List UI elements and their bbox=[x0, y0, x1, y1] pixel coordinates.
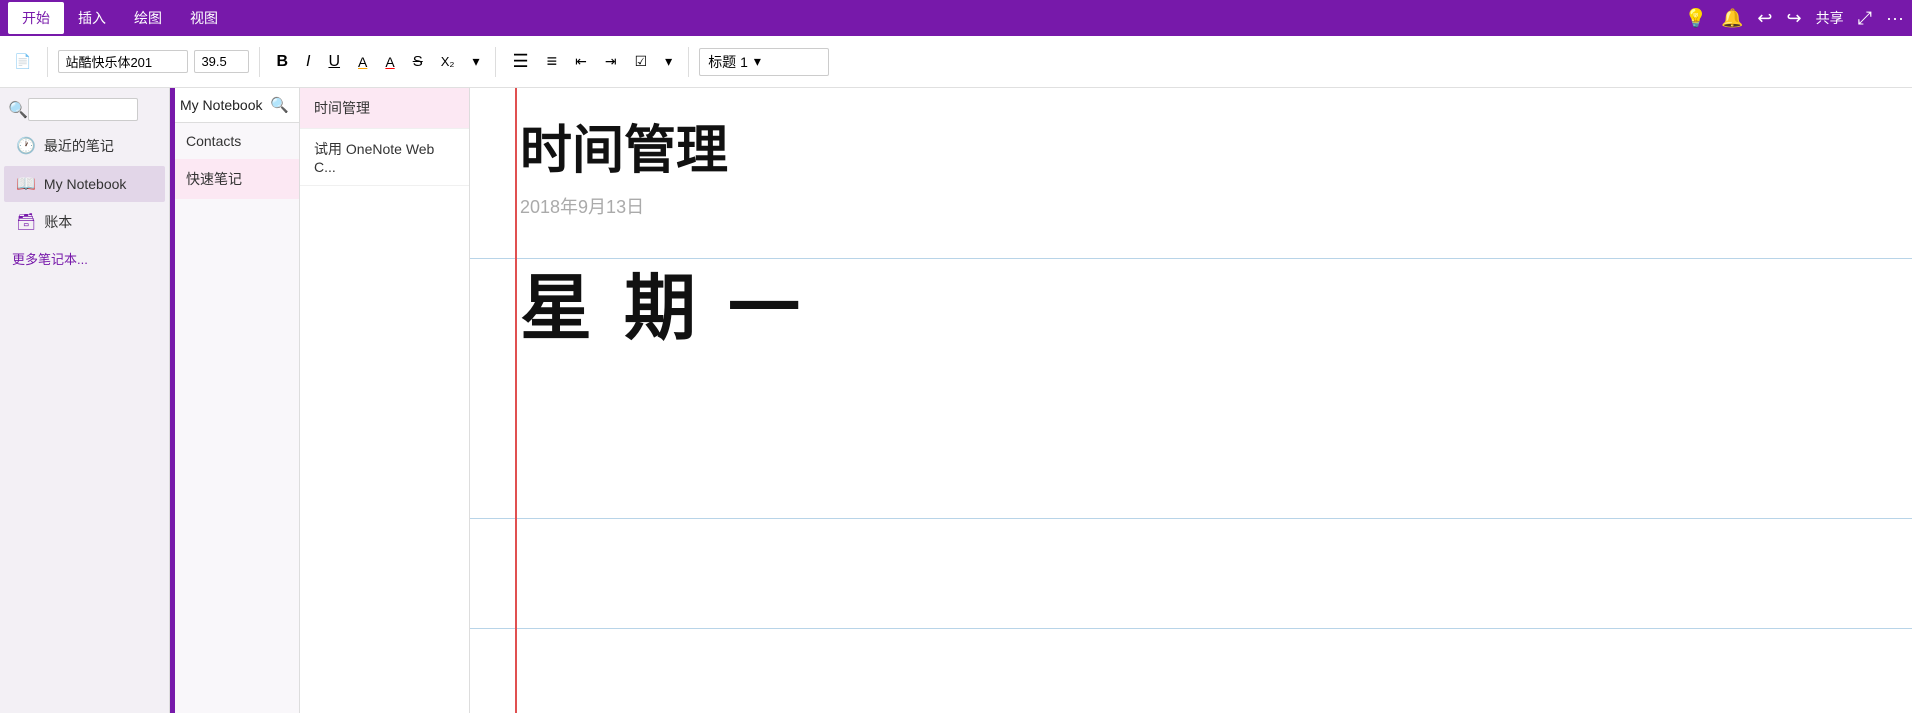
sections-search-icon[interactable]: 🔍 bbox=[270, 96, 289, 114]
sections-header: My Notebook 🔍 bbox=[170, 88, 299, 123]
separator-3 bbox=[495, 47, 496, 77]
notebook-icon: 📖 bbox=[16, 174, 36, 194]
underline-button[interactable]: U bbox=[322, 49, 346, 75]
new-page-icon: 📄 bbox=[14, 53, 31, 70]
numbered-list-button[interactable]: ≡ bbox=[541, 47, 564, 76]
undo-icon[interactable]: ↩ bbox=[1757, 8, 1772, 29]
subscript-button[interactable]: X₂ bbox=[435, 50, 461, 73]
style-dropdown[interactable]: 标题 1 ▾ bbox=[699, 48, 829, 76]
sidebar-item-recent-label: 最近的笔记 bbox=[44, 136, 114, 156]
content-area[interactable]: 时间管理 2018年9月13日 星 期 一 bbox=[470, 88, 1912, 713]
left-sidebar: 🔍 🕐 最近的笔记 📖 My Notebook 🗃 账本 更多笔记本... bbox=[0, 88, 170, 713]
separator-2 bbox=[259, 47, 260, 77]
sidebar-item-accounts-label: 账本 bbox=[44, 212, 72, 232]
search-input[interactable] bbox=[28, 98, 138, 121]
sections-notebook-name: My Notebook bbox=[180, 97, 262, 113]
sidebar-item-accounts[interactable]: 🗃 账本 bbox=[4, 204, 165, 240]
sections-accent-bar bbox=[170, 88, 175, 713]
search-icon[interactable]: 🔍 bbox=[8, 100, 28, 120]
bullet-list-button[interactable]: ☰ bbox=[506, 47, 534, 76]
h-line-2 bbox=[470, 518, 1912, 519]
separator-1 bbox=[47, 47, 48, 77]
redo-icon[interactable]: ↪ bbox=[1787, 8, 1802, 29]
accounts-icon: 🗃 bbox=[16, 212, 36, 232]
content-inner: 时间管理 2018年9月13日 星 期 一 bbox=[470, 88, 1912, 374]
tab-draw[interactable]: 绘图 bbox=[120, 2, 176, 34]
lightbulb-icon[interactable]: 💡 bbox=[1685, 8, 1707, 29]
toolbar: 📄 B I U A A S X₂ ▾ ☰ ≡ ⇤ ⇥ ☑ ▾ 标题 1 ▾ bbox=[0, 36, 1912, 88]
more-format-button[interactable]: ▾ bbox=[466, 49, 485, 74]
style-arrow-icon: ▾ bbox=[754, 53, 761, 70]
new-page-button[interactable]: 📄 bbox=[8, 49, 37, 74]
search-area: 🔍 bbox=[0, 92, 169, 127]
font-color-button[interactable]: A bbox=[379, 50, 400, 74]
font-name-input[interactable] bbox=[58, 50, 188, 73]
page-title: 时间管理 bbox=[520, 108, 1882, 183]
tab-start[interactable]: 开始 bbox=[8, 2, 64, 34]
sidebar-item-mynotebook[interactable]: 📖 My Notebook bbox=[4, 166, 165, 202]
strikethrough-button[interactable]: S bbox=[407, 49, 429, 74]
sidebar-item-recent[interactable]: 🕐 最近的笔记 bbox=[4, 128, 165, 164]
decrease-indent-button[interactable]: ⇤ bbox=[569, 49, 593, 74]
page-item-onenote-web[interactable]: 试用 OneNote Web C... bbox=[300, 129, 469, 186]
page-date: 2018年9月13日 bbox=[520, 193, 1882, 219]
sidebar-item-mynotebook-label: My Notebook bbox=[44, 176, 126, 192]
highlight-button[interactable]: A bbox=[352, 50, 373, 74]
italic-button[interactable]: I bbox=[300, 49, 316, 75]
ribbon-right-icons: 💡 🔔 ↩ ↪ 共享 ⤢ ··· bbox=[1685, 8, 1904, 29]
more-list-button[interactable]: ▾ bbox=[659, 49, 678, 74]
tab-view[interactable]: 视图 bbox=[176, 2, 232, 34]
increase-indent-button[interactable]: ⇥ bbox=[599, 49, 623, 74]
ribbon-tabs: 开始 插入 绘图 视图 💡 🔔 ↩ ↪ 共享 ⤢ ··· bbox=[0, 0, 1912, 36]
checkbox-button[interactable]: ☑ bbox=[629, 49, 654, 74]
bold-button[interactable]: B bbox=[270, 49, 294, 75]
recent-icon: 🕐 bbox=[16, 136, 36, 156]
expand-icon[interactable]: ⤢ bbox=[1858, 8, 1872, 29]
main-layout: 🔍 🕐 最近的笔记 📖 My Notebook 🗃 账本 更多笔记本... My… bbox=[0, 88, 1912, 713]
more-notebooks-link[interactable]: 更多笔记本... bbox=[0, 245, 169, 272]
separator-4 bbox=[688, 47, 689, 77]
page-body: 星 期 一 bbox=[520, 249, 1882, 354]
style-label: 标题 1 bbox=[708, 52, 748, 72]
share-button[interactable]: 共享 bbox=[1816, 8, 1844, 28]
page-item-time-management[interactable]: 时间管理 bbox=[300, 88, 469, 129]
tab-insert[interactable]: 插入 bbox=[64, 2, 120, 34]
more-icon[interactable]: ··· bbox=[1886, 8, 1904, 29]
section-item-contacts[interactable]: Contacts bbox=[170, 123, 299, 159]
bell-icon[interactable]: 🔔 bbox=[1721, 8, 1743, 29]
h-line-3 bbox=[470, 628, 1912, 629]
sections-panel: My Notebook 🔍 Contacts 快速笔记 bbox=[170, 88, 300, 713]
font-size-input[interactable] bbox=[194, 50, 249, 73]
section-item-quicknotes[interactable]: 快速笔记 bbox=[170, 159, 299, 199]
pages-panel: 时间管理 试用 OneNote Web C... bbox=[300, 88, 470, 713]
